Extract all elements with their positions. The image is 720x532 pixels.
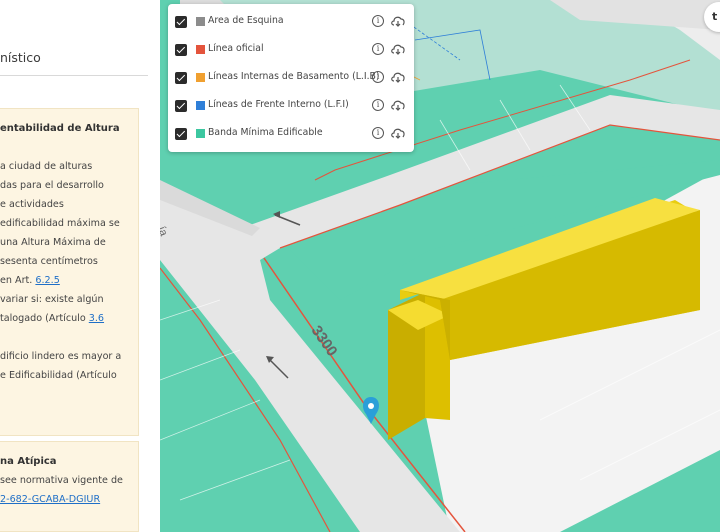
card-text-line: en Art. 6.2.5 [0, 275, 60, 286]
card-text: talogado (Artículo [0, 313, 89, 324]
layers-panel: Area de Esquina i Línea oficial i Líneas… [168, 4, 414, 152]
layer-color-swatch [196, 45, 205, 54]
card-text-line: dificio lindero es mayor a [0, 351, 122, 362]
card-text-line: e Edificabilidad (Artículo [0, 370, 117, 381]
layer-row-lib[interactable]: Líneas Internas de Basamento (L.I.B) i [168, 69, 414, 89]
info-icon[interactable]: i [372, 127, 384, 139]
info-icon[interactable]: i [372, 15, 384, 27]
download-cloud-icon[interactable] [390, 14, 406, 28]
card-manzana-atipica: na Atípica see normativa vigente de 2-68… [0, 441, 139, 532]
layer-row-lfi[interactable]: Líneas de Frente Interno (L.F.I) i [168, 97, 414, 117]
card-title: na Atípica [0, 456, 57, 467]
card-text-line: a ciudad de alturas [0, 161, 93, 172]
card-text-line: talogado (Artículo 3.6 [0, 313, 104, 324]
layer-color-swatch [196, 73, 205, 82]
layer-row-banda-minima[interactable]: Banda Mínima Edificable i [168, 125, 414, 145]
download-cloud-icon[interactable] [390, 70, 406, 84]
layer-row-linea-oficial[interactable]: Línea oficial i [168, 41, 414, 61]
download-cloud-icon[interactable] [390, 126, 406, 140]
card-text-line: variar si: existe algún [0, 294, 104, 305]
card-text-line: das para el desarrollo [0, 180, 104, 191]
info-icon[interactable]: i [372, 43, 384, 55]
layer-label: Línea oficial [208, 43, 264, 54]
card-text: en Art. [0, 275, 36, 286]
layer-checkbox[interactable] [175, 72, 187, 84]
card-text-line: sesenta centímetros [0, 256, 98, 267]
layer-label: Banda Mínima Edificable [208, 127, 323, 138]
info-icon[interactable]: i [372, 71, 384, 83]
download-cloud-icon[interactable] [390, 42, 406, 56]
normativa-link[interactable]: 2-682-GCABA-DGIUR [0, 494, 100, 505]
layer-color-swatch [196, 17, 205, 26]
download-cloud-icon[interactable] [390, 98, 406, 112]
layer-checkbox[interactable] [175, 100, 187, 112]
layer-checkbox[interactable] [175, 128, 187, 140]
card-text-line: edificabilidad máxima se [0, 218, 120, 229]
map-control-label: t [712, 10, 718, 23]
layer-checkbox[interactable] [175, 16, 187, 28]
layer-color-swatch [196, 101, 205, 110]
layer-label: Líneas Internas de Basamento (L.I.B) [208, 71, 380, 82]
layer-label: Area de Esquina [208, 15, 284, 26]
info-sidebar: nístico entabilidad de Altura a ciudad d… [0, 0, 160, 532]
sidebar-title: nístico [0, 50, 41, 65]
layer-color-swatch [196, 129, 205, 138]
layer-label: Líneas de Frente Interno (L.F.I) [208, 99, 349, 110]
layer-checkbox[interactable] [175, 44, 187, 56]
sidebar-header: nístico [0, 0, 148, 76]
article-link[interactable]: 6.2.5 [35, 275, 59, 286]
card-text-line: see normativa vigente de [0, 475, 123, 486]
article-link[interactable]: 3.6 [89, 313, 104, 324]
card-text-line: e actividades [0, 199, 64, 210]
layer-row-area-esquina[interactable]: Area de Esquina i [168, 13, 414, 33]
card-title: entabilidad de Altura [0, 123, 120, 134]
card-rentabilidad-altura: entabilidad de Altura a ciudad de altura… [0, 108, 139, 436]
card-text-line: una Altura Máxima de [0, 237, 106, 248]
info-icon[interactable]: i [372, 99, 384, 111]
